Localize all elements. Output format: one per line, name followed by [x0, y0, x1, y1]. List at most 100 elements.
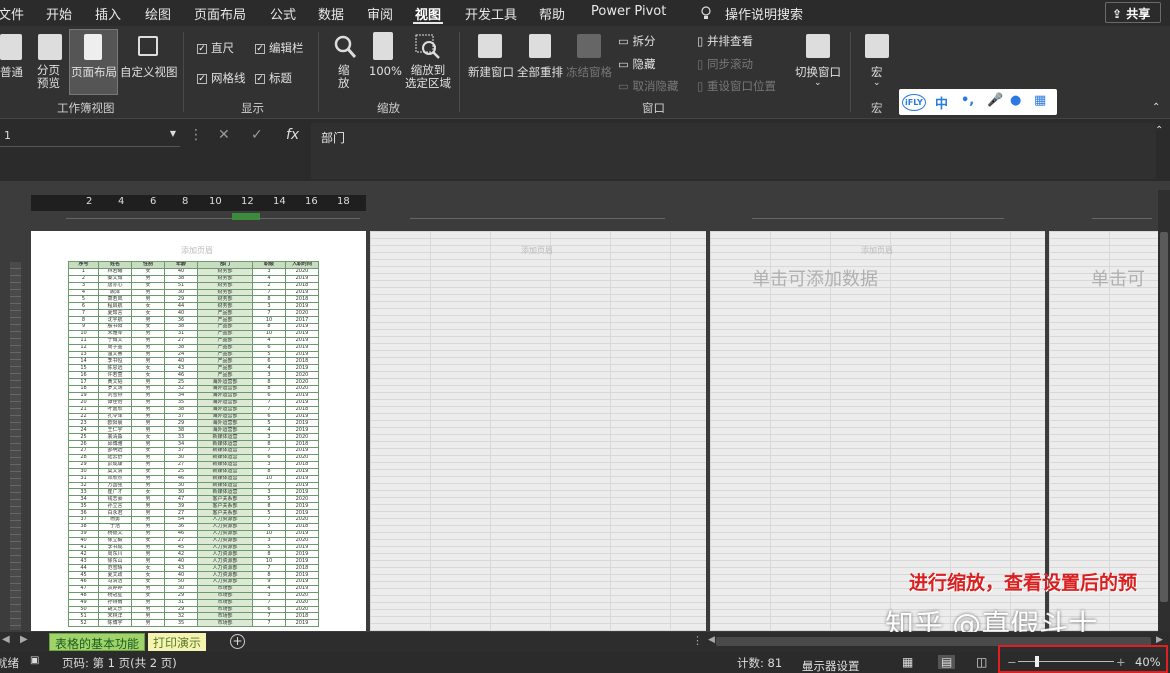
table-cell[interactable]: 8 — [252, 295, 286, 304]
table-cell[interactable]: 男 — [131, 426, 165, 435]
table-cell[interactable]: 产品部 — [197, 371, 253, 380]
table-cell[interactable]: 39 — [68, 529, 99, 538]
insert-function-icon[interactable]: fx — [286, 127, 299, 143]
ifly-grid-icon[interactable]: ▦ — [1034, 93, 1046, 108]
table-cell[interactable]: 女 — [131, 281, 165, 290]
table-cell[interactable]: 5 — [252, 419, 286, 428]
table-cell[interactable]: 2018 — [285, 295, 319, 304]
table-cell[interactable]: 2019 — [285, 584, 319, 593]
table-cell[interactable]: 2019 — [285, 509, 319, 517]
table-cell[interactable]: 2018 — [285, 460, 319, 469]
table-cell[interactable]: 人力资源部 — [197, 529, 253, 538]
table-cell[interactable]: 方国强 — [98, 481, 132, 490]
reset-position-button[interactable]: ▯ 重设窗口位置 — [697, 78, 776, 94]
table-cell[interactable]: 29 — [164, 419, 198, 428]
table-cell[interactable]: 10 — [68, 329, 99, 338]
table-cell[interactable]: 2019 — [285, 302, 319, 311]
page-break-status-icon[interactable]: ◫ — [976, 655, 987, 669]
table-cell[interactable]: 男 — [131, 584, 165, 593]
arrange-all-button[interactable]: 全部重排 — [517, 64, 563, 80]
click-to-add-data[interactable]: 单击可 — [1091, 265, 1145, 291]
table-cell[interactable]: 财务部 — [197, 274, 253, 283]
tab-scroll-left-icon[interactable]: ◀ — [2, 634, 10, 645]
table-cell[interactable]: 宋林洋 — [98, 612, 132, 621]
table-cell[interactable]: 29 — [164, 605, 198, 614]
ifly-mic-icon[interactable]: 🎤 — [987, 93, 1003, 108]
table-cell[interactable]: 男 — [131, 440, 165, 449]
table-cell[interactable]: 男 — [131, 474, 165, 483]
table-cell[interactable]: 38 — [164, 343, 198, 352]
table-cell[interactable]: 2020 — [285, 309, 319, 318]
table-cell[interactable]: 45 — [164, 543, 198, 552]
table-cell[interactable]: 7 — [252, 598, 286, 607]
table-cell[interactable]: 黄文韬 — [98, 378, 132, 387]
table-cell[interactable]: 女 — [131, 447, 165, 455]
table-cell[interactable]: 男 — [131, 502, 165, 511]
menu-draw[interactable]: 绘图 — [145, 4, 171, 23]
table-cell[interactable]: 13 — [68, 350, 99, 359]
table-cell[interactable]: 男 — [131, 316, 165, 325]
table-cell[interactable]: 莫文清 — [98, 467, 132, 476]
table-cell[interactable]: 女 — [131, 467, 165, 476]
table-cell[interactable]: 1 — [68, 267, 99, 276]
table-cell[interactable]: 24 — [68, 426, 99, 435]
table-cell[interactable]: 3 — [252, 371, 286, 380]
table-cell[interactable]: 23 — [68, 419, 99, 428]
table-cell[interactable]: 25 — [68, 433, 99, 442]
table-cell[interactable]: 男 — [131, 529, 165, 538]
table-cell[interactable]: 6 — [252, 357, 286, 366]
table-cell[interactable]: 2019 — [285, 571, 319, 579]
split-button[interactable]: ▭ 拆分 — [618, 33, 656, 49]
table-cell[interactable]: 46 — [164, 529, 198, 538]
table-cell[interactable]: 7 — [252, 398, 286, 407]
table-cell[interactable]: 6 — [252, 605, 286, 614]
table-cell[interactable]: 4 — [252, 274, 286, 283]
table-cell[interactable]: 46 — [68, 577, 99, 586]
table-cell[interactable]: 产品部 — [197, 329, 253, 338]
table-cell[interactable]: 女 — [131, 488, 165, 497]
table-cell[interactable]: 8 — [252, 385, 286, 393]
table-cell[interactable]: 42 — [68, 550, 99, 559]
table-cell[interactable]: 42 — [164, 550, 198, 559]
table-cell[interactable]: 8 — [252, 571, 286, 579]
side-by-side-button[interactable]: ▯ 并排查看 — [697, 33, 753, 49]
table-cell[interactable]: 2018 — [285, 440, 319, 449]
table-cell[interactable]: 男 — [131, 453, 165, 462]
table-cell[interactable]: 44 — [164, 302, 198, 311]
table-cell[interactable]: 7 — [252, 612, 286, 621]
sheet-tab-basic[interactable]: 表格的基本功能 — [49, 633, 146, 651]
gridlines-checkbox[interactable]: ✓ 网格线 — [197, 70, 246, 86]
table-cell[interactable]: 男 — [131, 295, 165, 304]
table-cell[interactable]: 产品部 — [197, 336, 253, 345]
table-cell[interactable]: 程启航 — [98, 302, 132, 311]
add-sheet-button[interactable]: + — [230, 634, 245, 649]
table-cell[interactable]: 罗文涛 — [98, 385, 132, 393]
table-cell[interactable]: 6 — [252, 391, 286, 400]
table-cell[interactable]: 产品部 — [197, 343, 253, 352]
header-hint[interactable]: 添加页眉 — [181, 245, 213, 256]
column-header[interactable]: 性别 — [131, 261, 165, 269]
table-cell[interactable]: 市场部 — [197, 591, 253, 600]
table-cell[interactable]: 34 — [164, 391, 198, 400]
header-hint[interactable]: 添加页眉 — [521, 245, 553, 256]
table-cell[interactable]: 2020 — [285, 591, 319, 600]
table-cell[interactable]: 35 — [164, 619, 198, 628]
table-cell[interactable]: 26 — [68, 440, 99, 449]
table-cell[interactable]: 19 — [68, 391, 99, 400]
table-cell[interactable]: 5 — [252, 543, 286, 552]
table-cell[interactable]: 秦文博 — [98, 274, 132, 283]
table-cell[interactable]: 10 — [252, 474, 286, 483]
table-cell[interactable]: 2020 — [285, 453, 319, 462]
table-cell[interactable]: 新媒体运营 — [197, 433, 253, 442]
table-cell[interactable]: 2019 — [285, 336, 319, 345]
table-cell[interactable]: 35 — [68, 502, 99, 511]
cancel-icon[interactable]: ✕ — [218, 127, 230, 143]
headings-checkbox[interactable]: ✓ 标题 — [255, 70, 292, 86]
table-cell[interactable]: 财务部 — [197, 288, 253, 297]
table-cell[interactable]: 市场部 — [197, 619, 253, 628]
ifly-toolbar[interactable]: iFLY 中 •, 🎤 ● ▦ — [899, 89, 1057, 115]
table-cell[interactable]: 市场部 — [197, 584, 253, 593]
table-cell[interactable]: 2 — [68, 274, 99, 283]
table-cell[interactable]: 3 — [252, 302, 286, 311]
table-cell[interactable]: 2019 — [285, 288, 319, 297]
